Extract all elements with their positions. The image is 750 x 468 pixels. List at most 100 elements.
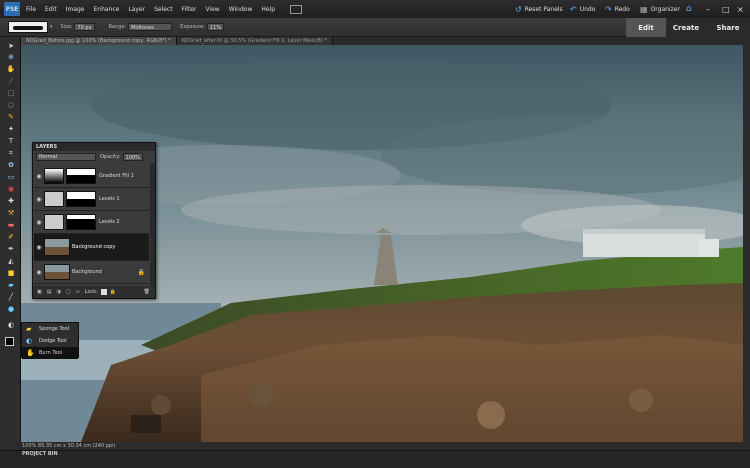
undo-icon: ↶ [570,4,577,14]
healing-brush-tool-icon[interactable]: ✚ [6,197,16,206]
add-mask-icon[interactable]: ▢ [66,289,71,295]
layers-scrollbar[interactable] [150,163,155,288]
foreground-color-swatch[interactable] [5,337,14,346]
reset-panels-label: Reset Panels [524,5,563,13]
organizer-button[interactable]: ▦ Organizer [640,0,680,18]
close-icon[interactable]: × [737,0,744,18]
cookie-cutter-tool-icon[interactable]: ✿ [6,161,16,170]
lasso-tool-icon[interactable]: ◌ [6,101,16,110]
burn-tool-item[interactable]: ✋ Burn Tool [22,347,78,359]
layer-name: Levels 1 [99,196,120,202]
layer-row[interactable]: ◉ Levels 1 [34,188,149,211]
size-input[interactable]: 70 px [74,23,95,31]
lock-all-icon[interactable]: 🔒 [110,289,116,295]
tab-create[interactable]: Create [666,18,706,37]
shape-tool-icon[interactable]: ▰ [6,281,16,290]
menu-window[interactable]: Window [229,6,253,13]
exposure-input[interactable]: 11% [206,23,225,31]
range-select[interactable]: Midtones [128,23,173,31]
menu-file[interactable]: File [26,6,36,13]
eye-icon[interactable]: ◉ [34,173,44,180]
layer-mask-thumb[interactable] [66,168,96,184]
redo-button[interactable]: ↷ Redo [605,0,630,18]
burn-icon: ✋ [26,349,35,357]
doc-tab-after[interactable]: NDGrad_after.tif @ 30.5% (Gradient Fill … [176,37,333,45]
layout-icon[interactable] [290,4,303,14]
minimize-icon[interactable]: – [706,0,710,18]
menu-view[interactable]: View [205,6,219,13]
layer-row[interactable]: ◉ Background 🔒 [34,261,149,284]
opacity-label: Opacity: [100,154,121,160]
maximize-icon[interactable]: □ [722,0,730,18]
brush-preset-picker[interactable] [8,21,48,33]
doc-tab-before[interactable]: NDGrad_Before.jpg @ 100% (Background cop… [21,37,177,45]
menu-layer[interactable]: Layer [128,6,145,13]
blur-tool-icon[interactable]: ● [6,305,16,314]
adjustment-layer-icon[interactable]: ◑ [56,289,60,295]
pencil-tool-icon[interactable]: ╱ [6,293,16,302]
menu-enhance[interactable]: Enhance [93,6,119,13]
paint-bucket-tool-icon[interactable]: ◭ [6,257,16,266]
layer-row[interactable]: ◉ Gradient Fill 1 [34,165,149,188]
menu-image[interactable]: Image [66,6,85,13]
layer-thumb [44,264,70,280]
layer-name: Background copy [72,244,116,250]
undo-button[interactable]: ↶ Undo [570,0,595,18]
new-layer-icon[interactable]: ▣ [37,289,42,295]
sponge-tool-label: Sponge Tool [39,326,70,332]
tab-share[interactable]: Share [706,18,750,37]
lock-icon: 🔒 [137,268,145,276]
layer-mask-thumb[interactable] [66,214,96,230]
home-icon[interactable]: ⌂ [686,0,692,18]
eraser-tool-icon[interactable]: ▬ [6,221,16,230]
layers-panel: LAYERS Normal Opacity: 100% ◉ Gradient F… [32,142,156,299]
eye-icon[interactable]: ◉ [34,269,44,276]
eyedropper-tool-icon[interactable]: ⁄ [6,77,16,86]
reset-icon: ↺ [515,4,522,14]
lock-pixels-icon[interactable] [100,289,107,295]
eye-icon[interactable]: ◉ [34,196,44,203]
dodge-tool-item[interactable]: ◐ Dodge Tool [22,335,78,347]
marquee-tool-icon[interactable]: ⬚ [6,89,16,98]
red-eye-tool-icon[interactable]: ◉ [6,185,16,194]
type-tool-icon[interactable]: T [6,137,16,146]
link-icon[interactable]: ∞ [76,289,80,295]
eye-icon[interactable]: ◉ [34,219,44,226]
hand-tool-icon[interactable]: ✋ [6,65,16,74]
smart-brush-tool-icon[interactable]: ✒ [6,245,16,254]
crop-tool-icon[interactable]: ⌗ [6,149,16,158]
menu-filter[interactable]: Filter [182,6,197,13]
brush-tool-icon[interactable]: ✐ [6,233,16,242]
eye-icon[interactable]: ◉ [34,244,44,251]
project-bin-label[interactable]: PROJECT BIN [0,451,750,458]
dodge-tool-label: Dodge Tool [39,338,67,344]
new-group-icon[interactable]: ▤ [47,289,52,295]
redo-label: Redo [614,5,630,13]
layer-row-selected[interactable]: ◉ Background copy [34,234,149,261]
menu-help[interactable]: Help [261,6,275,13]
sponge-tool-icon[interactable]: ◐ [6,321,16,330]
layer-mask-thumb[interactable] [66,191,96,207]
blend-mode-select[interactable]: Normal [36,153,96,161]
opacity-input[interactable]: 100% [122,153,143,161]
straighten-tool-icon[interactable]: ▭ [6,173,16,182]
sponge-icon: ▰ [26,325,32,333]
quick-selection-tool-icon[interactable]: ✎ [6,113,16,122]
dodge-icon: ◐ [26,337,33,345]
trash-icon[interactable]: 🗑 [144,289,150,295]
magic-wand-tool-icon[interactable]: ✦ [6,125,16,134]
zoom-tool-icon[interactable]: ⊕ [6,53,16,62]
chevron-down-icon[interactable]: ▾ [50,24,53,30]
tab-edit[interactable]: Edit [626,18,666,37]
layer-name: Background [72,269,102,275]
reset-panels-button[interactable]: ↺ Reset Panels [515,0,563,18]
sponge-tool-item[interactable]: ▰ Sponge Tool [22,323,78,335]
move-tool-icon[interactable]: ➤ [6,42,16,51]
vertical-scrollbar[interactable] [743,45,750,442]
clone-stamp-tool-icon[interactable]: ⚒ [6,209,16,218]
adjustment-icon [44,191,64,207]
menu-select[interactable]: Select [154,6,173,13]
gradient-tool-icon[interactable]: ■ [6,269,16,278]
layer-row[interactable]: ◉ Levels 2 [34,211,149,234]
menu-edit[interactable]: Edit [45,6,57,13]
